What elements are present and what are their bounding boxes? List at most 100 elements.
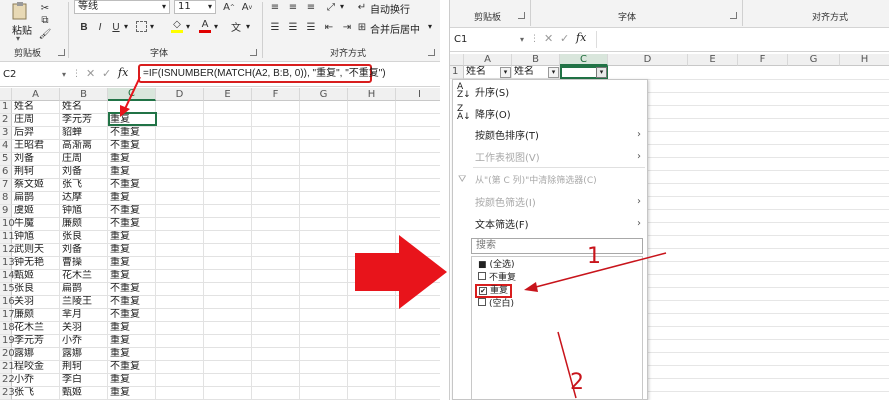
row-number[interactable]: 15 xyxy=(0,283,15,296)
grid-cell[interactable]: 不重复 xyxy=(108,127,156,140)
filter-button-a[interactable]: ▾ xyxy=(500,67,511,78)
col-header-h[interactable]: H xyxy=(348,88,396,101)
grid-cell[interactable] xyxy=(156,140,204,153)
grid-cell[interactable] xyxy=(300,127,348,140)
grid-cell[interactable]: 关羽 xyxy=(60,322,108,335)
row-number[interactable]: 7 xyxy=(0,179,12,192)
name-box[interactable]: C2 ▾ xyxy=(0,66,70,83)
grid-cell[interactable] xyxy=(252,166,300,179)
grid-cell[interactable] xyxy=(204,322,252,335)
grid-cell[interactable]: 张良 xyxy=(60,231,108,244)
align-launcher-icon[interactable] xyxy=(428,49,435,56)
formula-input[interactable]: =IF(ISNUMBER(MATCH(A2, B:B, 0)), "重复", "… xyxy=(138,64,386,83)
merge-center-button[interactable]: 合并后居中 xyxy=(370,21,420,36)
font-launcher-icon[interactable] xyxy=(730,12,737,19)
grid-cell[interactable] xyxy=(396,179,440,192)
grid-cell[interactable] xyxy=(300,179,348,192)
row-number[interactable]: 19 xyxy=(0,335,15,348)
grid-cell[interactable] xyxy=(396,114,440,127)
grid-cell[interactable] xyxy=(252,140,300,153)
grid-cell[interactable] xyxy=(204,244,252,257)
grid-cell[interactable]: 关羽 xyxy=(12,296,60,309)
select-all-corner[interactable] xyxy=(450,54,464,66)
grid-cell[interactable] xyxy=(348,205,396,218)
row-number[interactable]: 21 xyxy=(0,361,15,374)
grid-cell[interactable] xyxy=(300,153,348,166)
row-number[interactable]: 1 xyxy=(0,101,12,114)
col-header-a[interactable]: A xyxy=(12,88,60,101)
grid-cell[interactable] xyxy=(300,192,348,205)
grid-cell[interactable]: 不重复 xyxy=(108,361,156,374)
row-number[interactable]: 14 xyxy=(0,270,15,283)
align-middle-icon[interactable]: ≡ xyxy=(286,0,300,14)
grid-cell[interactable]: 庄周 xyxy=(60,153,108,166)
grid-cell[interactable] xyxy=(300,348,348,361)
grid-cell[interactable] xyxy=(156,244,204,257)
copy-icon[interactable]: ⧉ xyxy=(38,14,52,26)
grid-cell[interactable]: 曹操 xyxy=(60,257,108,270)
phonetic-dropdown-icon[interactable]: ▾ xyxy=(246,22,250,31)
grid-cell[interactable]: 王昭君 xyxy=(12,140,60,153)
formula-input[interactable] xyxy=(596,31,886,48)
grid-cell[interactable]: 蔡文姬 xyxy=(12,179,60,192)
grid-cell[interactable]: 甄姬 xyxy=(60,387,108,400)
grid-cell[interactable]: 程咬金 xyxy=(12,361,60,374)
font-name-dropdown[interactable]: 等线 ▾ xyxy=(74,0,170,14)
grid-cell[interactable] xyxy=(156,296,204,309)
grid-cell[interactable] xyxy=(396,322,440,335)
col-header-h[interactable]: H xyxy=(840,54,889,66)
grid-cell[interactable]: 重复 xyxy=(108,231,156,244)
grid-cell[interactable]: 张良 xyxy=(12,283,60,296)
filter-button-c[interactable]: ▾ xyxy=(596,67,607,78)
grid-cell[interactable]: 小乔 xyxy=(12,374,60,387)
clipboard-launcher-icon[interactable] xyxy=(58,49,65,56)
cut-icon[interactable]: ✂ xyxy=(38,2,52,14)
merge-dropdown-icon[interactable]: ▾ xyxy=(428,22,432,31)
underline-button[interactable]: U xyxy=(110,20,122,34)
grid-cell[interactable] xyxy=(204,101,252,114)
grid-cell[interactable] xyxy=(348,127,396,140)
grid-cell[interactable] xyxy=(156,374,204,387)
grid-cell[interactable] xyxy=(348,179,396,192)
grid-cell[interactable]: 不重复 xyxy=(108,179,156,192)
grid-cell[interactable] xyxy=(252,231,300,244)
grid-cell[interactable] xyxy=(396,348,440,361)
format-painter-icon[interactable]: 🖌 xyxy=(38,28,52,40)
grid-cell[interactable] xyxy=(204,361,252,374)
grid-cell[interactable] xyxy=(300,335,348,348)
col-header-f[interactable]: F xyxy=(738,54,788,66)
grid-cell[interactable] xyxy=(204,270,252,283)
grid-cell[interactable] xyxy=(348,309,396,322)
row-number[interactable]: 13 xyxy=(0,257,15,270)
grid-cell[interactable]: 李元芳 xyxy=(12,335,60,348)
paste-icon[interactable] xyxy=(10,2,30,20)
grid-cell[interactable] xyxy=(252,127,300,140)
grid-cell[interactable] xyxy=(204,114,252,127)
wrap-text-button[interactable]: 自动换行 xyxy=(370,1,410,16)
grid-cell[interactable]: 甄姬 xyxy=(12,270,60,283)
row-number[interactable]: 16 xyxy=(0,296,15,309)
grid-cell[interactable] xyxy=(396,166,440,179)
row-number[interactable]: 17 xyxy=(0,309,15,322)
row-number[interactable]: 4 xyxy=(0,140,12,153)
font-size-dropdown[interactable]: 11 ▾ xyxy=(174,0,216,14)
orientation-icon[interactable]: ⤢ xyxy=(324,0,338,14)
grid-cell[interactable] xyxy=(300,270,348,283)
grid-cell[interactable] xyxy=(300,296,348,309)
col-header-g[interactable]: G xyxy=(788,54,840,66)
grid-cell[interactable] xyxy=(396,374,440,387)
name-box[interactable]: C1 ▾ xyxy=(454,31,528,48)
grid-cell[interactable] xyxy=(204,192,252,205)
grid-cell[interactable] xyxy=(396,387,440,400)
grid-cell[interactable] xyxy=(156,257,204,270)
grid-cell[interactable] xyxy=(252,101,300,114)
grid-cell[interactable]: 重复 xyxy=(108,335,156,348)
grid-cell[interactable] xyxy=(252,283,300,296)
grid-cell[interactable]: 扁鹊 xyxy=(60,283,108,296)
grid-cell[interactable]: 重复 xyxy=(108,166,156,179)
filter-button-b[interactable]: ▾ xyxy=(548,67,559,78)
align-right-icon[interactable]: ☰ xyxy=(304,20,318,34)
grid-cell[interactable]: 荆轲 xyxy=(12,166,60,179)
col-header-f[interactable]: F xyxy=(252,88,300,101)
sort-descending-item[interactable]: Z A↓ 降序(O) xyxy=(453,105,649,122)
